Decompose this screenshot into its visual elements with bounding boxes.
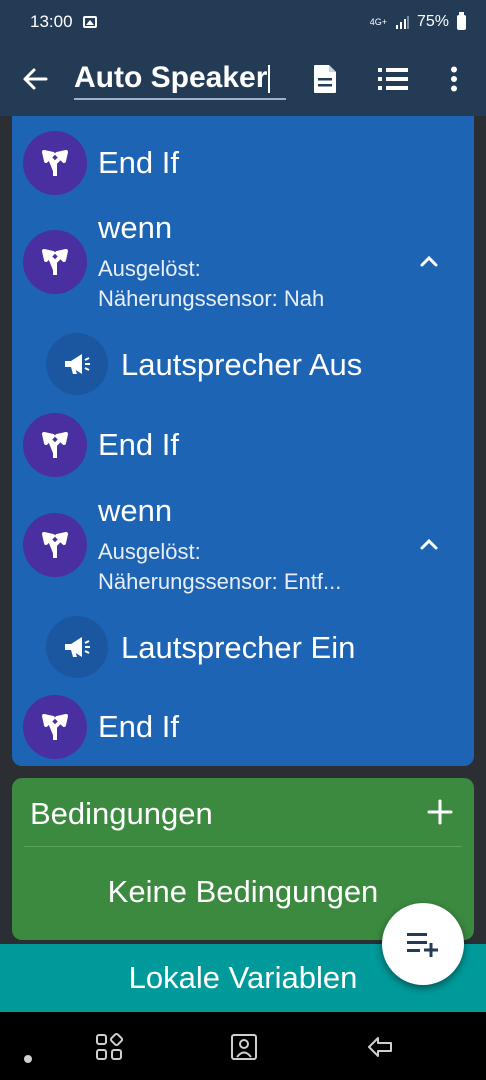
endif-row[interactable]: End If bbox=[12, 694, 474, 760]
endif-row[interactable]: End If bbox=[12, 130, 474, 196]
battery-icon bbox=[457, 11, 466, 30]
playlist-add-icon bbox=[407, 933, 438, 957]
network-type-icon: 4G+ bbox=[369, 16, 387, 27]
divider bbox=[24, 846, 462, 847]
chevron-up-icon[interactable] bbox=[416, 248, 442, 274]
endif-row[interactable]: End If bbox=[12, 412, 474, 478]
trigger-line: Ausgelöst: bbox=[98, 256, 201, 281]
action-row[interactable]: Lautsprecher Ein bbox=[12, 615, 474, 681]
local-variables-label: Lokale Variablen bbox=[128, 960, 358, 995]
text-cursor bbox=[268, 65, 271, 94]
add-condition-icon[interactable] bbox=[426, 798, 454, 826]
condition-line: Näherungssensor: Nah bbox=[98, 286, 325, 311]
dot-indicator bbox=[24, 1055, 32, 1063]
signal-icon bbox=[395, 16, 409, 29]
description-icon[interactable] bbox=[308, 62, 342, 96]
if-row[interactable]: wenn Ausgelöst: Näherungssensor: Entf... bbox=[12, 491, 474, 607]
if-row[interactable]: wenn Ausgelöst: Näherungssensor: Nah bbox=[12, 208, 474, 324]
back-arrow-icon[interactable] bbox=[20, 64, 50, 94]
branch-icon bbox=[23, 413, 87, 477]
status-bar: 13:00 4G+ 75% bbox=[0, 0, 486, 44]
chevron-up-icon[interactable] bbox=[416, 531, 442, 557]
endif-label: End If bbox=[98, 709, 179, 744]
macro-name-input[interactable]: Auto Speaker bbox=[74, 58, 286, 100]
speaker-icon bbox=[46, 616, 108, 678]
recent-apps-icon[interactable] bbox=[94, 1032, 124, 1062]
back-icon[interactable] bbox=[365, 1032, 395, 1062]
action-label: Lautsprecher Aus bbox=[121, 347, 363, 382]
branch-icon bbox=[23, 131, 87, 195]
if-label: wenn bbox=[98, 210, 173, 245]
macro-name-value: Auto Speaker bbox=[74, 61, 268, 94]
status-time: 13:00 bbox=[30, 12, 73, 31]
app-bar: Auto Speaker bbox=[0, 44, 486, 116]
system-nav-bar bbox=[0, 1012, 486, 1080]
branch-icon bbox=[23, 230, 87, 294]
conditions-title: Bedingungen bbox=[30, 796, 213, 831]
add-to-list-button[interactable] bbox=[382, 903, 464, 985]
status-indicators: 4G+ 75% bbox=[369, 11, 466, 31]
more-options-icon[interactable] bbox=[437, 62, 471, 96]
actions-panel: End If wenn Ausgelöst: Näherungssensor: … bbox=[12, 116, 474, 766]
condition-line: Näherungssensor: Entf... bbox=[98, 569, 342, 594]
no-conditions-label: Keine Bedingungen bbox=[107, 874, 379, 909]
endif-label: End If bbox=[98, 145, 179, 180]
action-row[interactable]: Lautsprecher Aus bbox=[12, 332, 474, 398]
trigger-line: Ausgelöst: bbox=[98, 539, 201, 564]
battery-percent: 75% bbox=[416, 13, 449, 30]
if-label: wenn bbox=[98, 493, 173, 528]
branch-icon bbox=[23, 695, 87, 759]
endif-label: End If bbox=[98, 427, 179, 462]
list-view-icon[interactable] bbox=[376, 62, 410, 96]
gallery-notification-icon bbox=[82, 16, 97, 28]
branch-icon bbox=[23, 513, 87, 577]
speaker-icon bbox=[46, 333, 108, 395]
home-icon[interactable] bbox=[229, 1032, 259, 1062]
action-label: Lautsprecher Ein bbox=[121, 630, 356, 665]
